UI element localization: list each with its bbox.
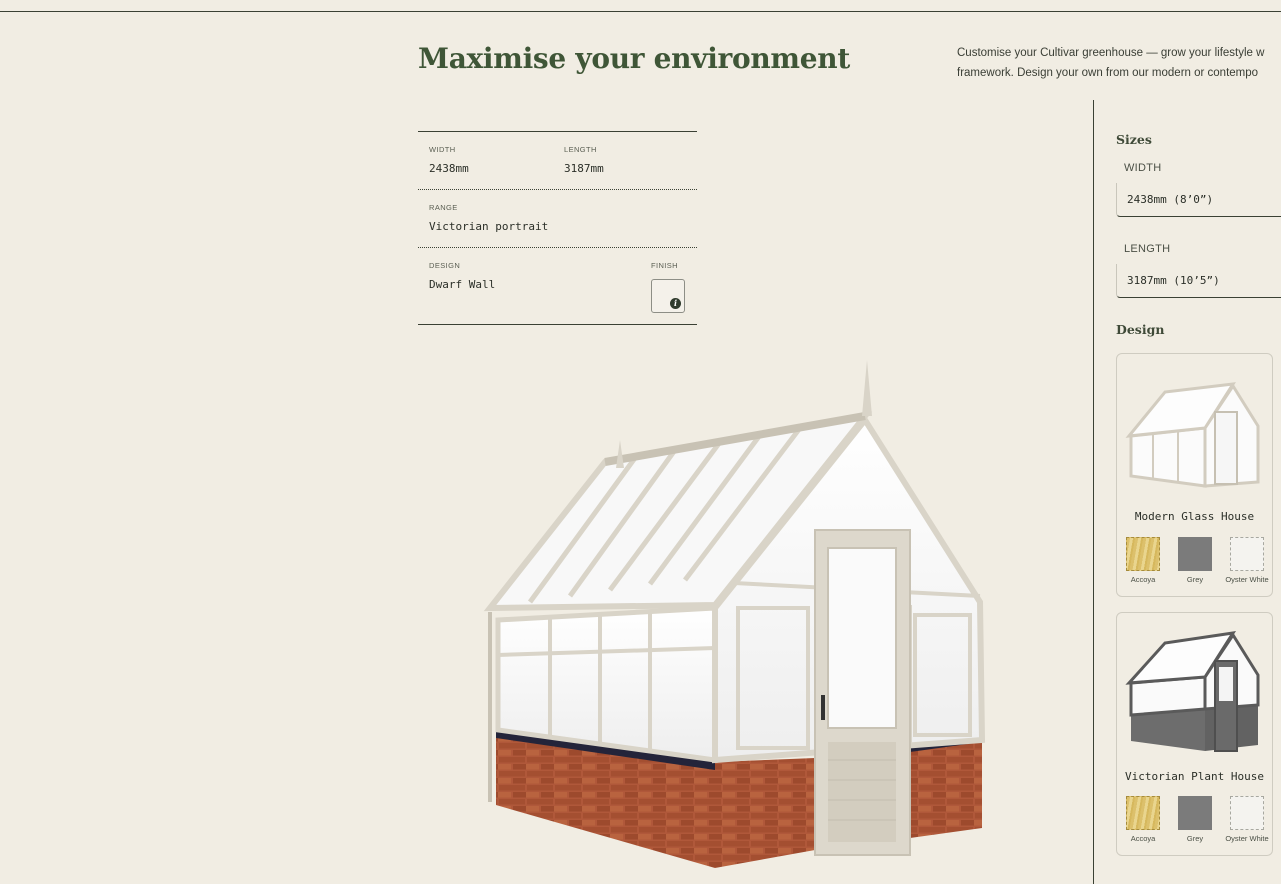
design-title: Design: [1116, 322, 1165, 337]
summary-design-row: DESIGN Dwarf Wall FINISH i: [418, 248, 697, 324]
finish-swatch-oyster-white[interactable]: [1230, 537, 1264, 571]
greenhouse-grey-thumbnail-icon: [1125, 631, 1260, 752]
summary-width-value: 2438mm: [429, 162, 469, 175]
design-card-name: Victorian Plant House: [1124, 770, 1265, 783]
finish-label-oyster-white: Oyster White: [1225, 575, 1269, 584]
finish-swatch-accoya[interactable]: [1126, 796, 1160, 830]
finish-label-grey: Grey: [1186, 575, 1204, 584]
summary-range-value: Victorian portrait: [429, 220, 549, 233]
finish-label-accoya: Accoya: [1130, 575, 1156, 584]
finish-label-oyster-white: Oyster White: [1225, 834, 1269, 843]
finish-swatch-button[interactable]: i: [651, 279, 685, 313]
summary-size-row: WIDTH 2438mm LENGTH 3187mm: [418, 132, 697, 190]
sizes-title: Sizes: [1116, 132, 1152, 147]
design-card-modern-glass-house[interactable]: Modern Glass House Accoya Grey Oyster Wh…: [1116, 353, 1273, 597]
summary-width-label: WIDTH: [429, 145, 456, 154]
greenhouse-preview-image: [483, 360, 986, 868]
finish-swatch-grey[interactable]: [1178, 796, 1212, 830]
intro-line-1: Customise your Cultivar greenhouse — gro…: [957, 47, 1265, 59]
summary-design-value: Dwarf Wall: [429, 278, 496, 291]
finish-swatch-grey[interactable]: [1178, 537, 1212, 571]
summary-range-row: RANGE Victorian portrait: [418, 190, 697, 248]
top-border: [0, 11, 1281, 12]
width-field-label: WIDTH: [1124, 162, 1162, 174]
design-card-name: Modern Glass House: [1134, 510, 1255, 523]
summary-length-label: LENGTH: [564, 145, 597, 154]
summary-range-label: RANGE: [429, 203, 458, 212]
length-select-value: 3187mm (10’5”): [1127, 274, 1220, 287]
finish-swatch-oyster-white[interactable]: [1230, 796, 1264, 830]
width-select[interactable]: 2438mm (8’0”): [1116, 183, 1281, 217]
finish-label-accoya: Accoya: [1130, 834, 1156, 843]
width-select-value: 2438mm (8’0”): [1127, 193, 1214, 206]
intro-line-2: framework. Design your own from our mode…: [957, 67, 1259, 79]
length-select[interactable]: 3187mm (10’5”): [1116, 264, 1281, 298]
length-field-label: LENGTH: [1124, 243, 1171, 255]
summary-length-value: 3187mm: [564, 162, 604, 175]
summary-design-label: DESIGN: [429, 261, 461, 270]
finish-label-grey: Grey: [1186, 834, 1204, 843]
summary-finish-label: FINISH: [651, 261, 678, 270]
design-card-victorian-plant-house[interactable]: Victorian Plant House Accoya Grey Oyster…: [1116, 612, 1273, 856]
info-icon[interactable]: i: [670, 298, 681, 309]
intro-text: Customise your Cultivar greenhouse — gro…: [957, 43, 1281, 83]
finish-swatch-accoya[interactable]: [1126, 537, 1160, 571]
panel-divider: [1093, 100, 1094, 884]
page-title: Maximise your environment: [418, 42, 850, 75]
greenhouse-cream-thumbnail-icon: [1125, 382, 1260, 488]
configuration-summary: WIDTH 2438mm LENGTH 3187mm RANGE Victori…: [418, 131, 697, 325]
